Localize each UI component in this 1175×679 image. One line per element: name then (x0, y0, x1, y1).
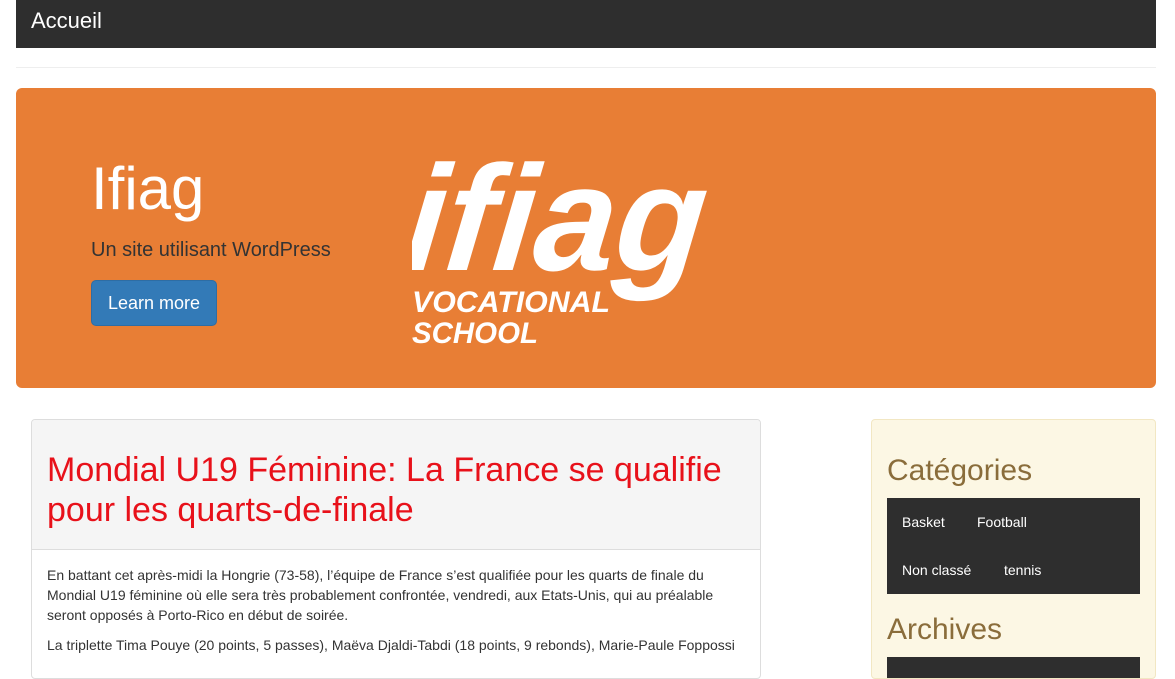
logo-school: SCHOOL (412, 317, 538, 350)
archives-list (887, 657, 1140, 678)
hero-banner: Ifiag Un site utilisant WordPress Learn … (16, 88, 1156, 388)
top-navbar: Accueil (16, 0, 1156, 48)
categories-list: Basket Football Non classé tennis (887, 498, 1140, 594)
nav-home-link[interactable]: Accueil (31, 8, 102, 34)
category-football[interactable]: Football (977, 513, 1027, 531)
category-basket[interactable]: Basket (902, 513, 945, 531)
categories-heading: Catégories (887, 454, 1033, 487)
post-panel: Mondial U19 Féminine: La France se quali… (31, 419, 761, 679)
post-paragraph: En battant cet après-midi la Hongrie (73… (47, 567, 714, 623)
logo-vocational: VOCATIONAL (412, 286, 610, 319)
logo-wordmark: ifiag (412, 134, 715, 302)
ifiag-logo: ifiag VOCATIONAL SCHOOL (412, 134, 715, 350)
site-title: Ifiag (91, 155, 205, 222)
sidebar: Catégories Basket Football Non classé te… (871, 419, 1156, 679)
site-tagline: Un site utilisant WordPress (91, 239, 331, 261)
post-excerpt: En battant cet après-midi la Hongrie (73… (47, 565, 742, 665)
divider (16, 67, 1156, 68)
post-title-link[interactable]: Mondial U19 Féminine: La France se quali… (47, 450, 737, 530)
archives-heading: Archives (887, 613, 1003, 646)
category-non-classe[interactable]: Non classé (902, 561, 971, 579)
category-tennis[interactable]: tennis (1004, 561, 1041, 579)
post-header: Mondial U19 Féminine: La France se quali… (32, 420, 760, 550)
learn-more-button[interactable]: Learn more (91, 280, 217, 326)
post-paragraph: La triplette Tima Pouye (20 points, 5 pa… (47, 637, 735, 653)
